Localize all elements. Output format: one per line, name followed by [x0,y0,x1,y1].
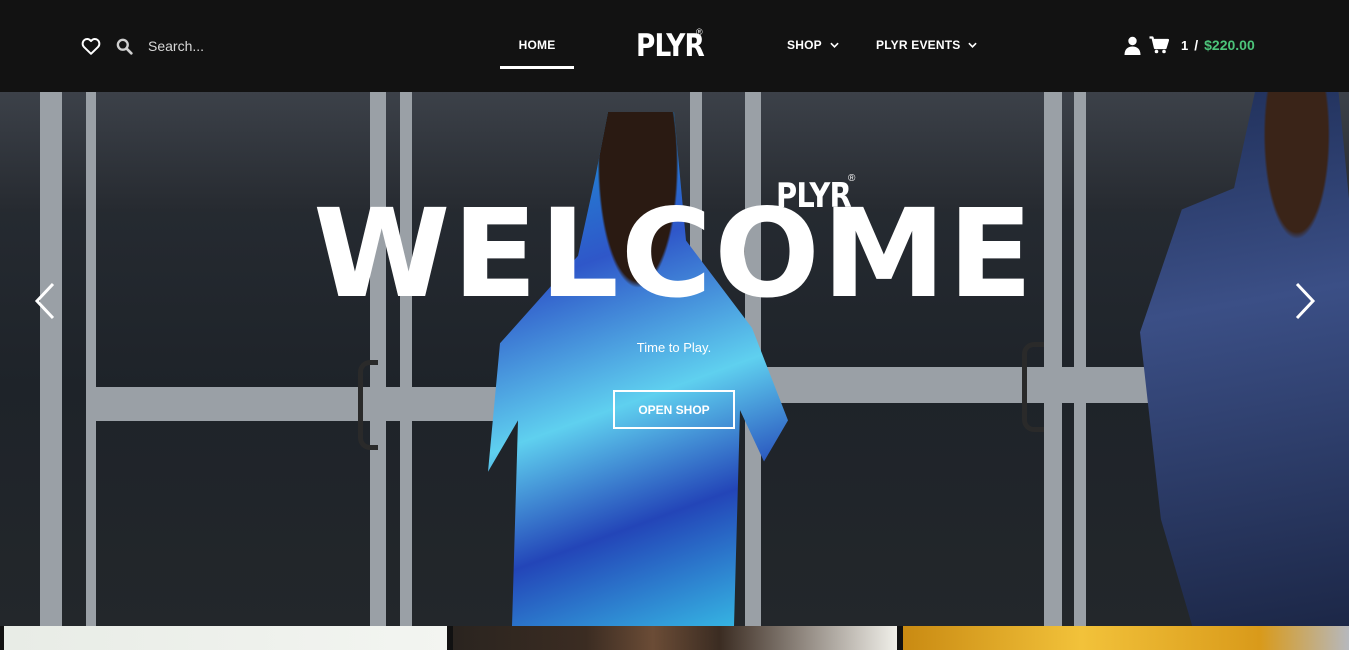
hero-logo: PLYR [776,176,852,216]
nav-home[interactable]: HOME [500,38,574,52]
site-header: HOME PLYR ® SHOP PLYR EVENTS [0,0,1349,92]
door-frame [40,92,62,626]
header-right-tools: 1 / $220.00 [1123,35,1255,55]
user-icon[interactable] [1123,35,1141,55]
header-left-tools [80,34,288,58]
chevron-left-icon[interactable] [34,282,56,320]
chevron-down-icon [968,42,978,48]
heart-icon[interactable] [80,35,102,57]
category-tile-3[interactable] [903,626,1349,650]
door-frame [400,92,412,626]
nav-shop[interactable]: SHOP [787,38,839,52]
hero-headline: WELCOME [313,183,1035,325]
nav-events-label: PLYR EVENTS [876,38,961,52]
cart-icon[interactable] [1149,36,1169,54]
site-logo[interactable]: PLYR [636,26,705,66]
open-shop-button[interactable]: OPEN SHOP [613,390,735,429]
category-tile-1[interactable] [4,626,447,650]
logo-registered-mark: ® [696,27,703,37]
cart-separator: / [1194,37,1199,53]
hero-slider: WELCOME PLYR ® Time to Play. OPEN SHOP [0,92,1349,626]
door-handle [1022,342,1044,432]
door-frame [1074,92,1086,626]
nav-home-label: HOME [518,38,556,52]
search-icon[interactable] [115,37,133,55]
chevron-right-icon[interactable] [1294,282,1316,320]
hero-logo-registered-mark: ® [848,173,856,184]
nav-plyr-events[interactable]: PLYR EVENTS [876,38,978,52]
nav-shop-label: SHOP [787,38,822,52]
door-frame [1044,92,1062,626]
door-handle [358,360,378,450]
door-frame [86,387,516,421]
open-shop-label: OPEN SHOP [638,402,710,417]
cart-total[interactable]: $220.00 [1204,37,1255,53]
hero-tagline: Time to Play. [636,340,712,355]
search-input[interactable] [148,34,288,58]
nav-active-indicator [500,66,574,69]
door-frame [86,92,96,626]
category-tile-2[interactable] [453,626,897,650]
door-frame [370,92,386,626]
chevron-down-icon [830,42,839,48]
cart-count[interactable]: 1 [1181,38,1188,53]
